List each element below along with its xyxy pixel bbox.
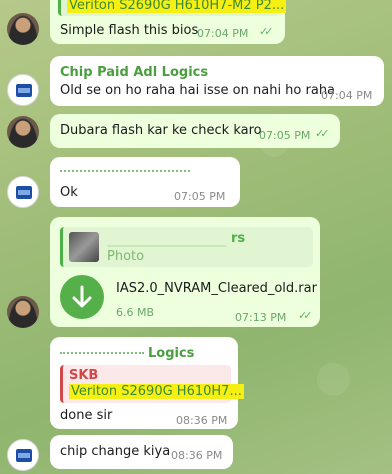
reply-subtitle: Photo — [107, 249, 145, 264]
avatar-user[interactable] — [7, 13, 39, 45]
message-time: 08:36 PM — [171, 449, 223, 462]
message-text: chip change kiya — [60, 444, 171, 459]
avatar-user[interactable] — [7, 116, 39, 148]
download-arrow-icon[interactable] — [60, 275, 104, 319]
redacted-name — [107, 233, 227, 247]
message-time: 07:04 PM — [197, 27, 249, 40]
redacted-sender — [60, 170, 190, 176]
message-text: Old se on ho raha hai isse on nahi ho ra… — [60, 83, 336, 98]
message-time: 08:36 PM — [176, 414, 228, 427]
message-bubble[interactable]: rs Photo IAS2.0_NVRAM_Cleared_old.rar 6.… — [50, 217, 320, 327]
avatar-chip-paid[interactable] — [7, 74, 39, 106]
reply-quote-text: Veriton S2690G H610H7... — [69, 384, 244, 399]
avatar-user[interactable] — [7, 296, 39, 328]
avatar-chip-paid[interactable] — [7, 439, 39, 471]
message-time: 07:05 PM — [259, 129, 311, 142]
message-bubble[interactable]: Logics SKB Veriton S2690G H610H7... done… — [50, 337, 244, 429]
reply-sender: SKB — [69, 368, 99, 383]
message-time: 07:13 PM — [235, 311, 287, 324]
double-check-icon: ✓✓ — [315, 127, 330, 140]
message-bubble[interactable]: Dubara flash kar ke check karo 07:05 PM … — [50, 114, 340, 148]
message-bubble[interactable]: chip change kiya 08:36 PM — [50, 435, 233, 469]
reply-quote[interactable]: SKB Veriton S2690G H610H7... — [60, 365, 244, 403]
message-time: 07:04 PM — [321, 89, 373, 102]
message-text: Dubara flash kar ke check karo — [60, 123, 262, 138]
message-text: done sir — [60, 408, 113, 423]
message-text: Ok — [60, 185, 78, 200]
sender-name[interactable]: Chip Paid Adl Logics — [60, 65, 208, 80]
double-check-icon: ✓✓ — [259, 25, 274, 38]
message-bubble[interactable]: Veriton S2690G H610H7-M2 P2... Simple fl… — [50, 0, 287, 44]
reply-photo-thumbnail — [69, 232, 99, 262]
reply-quote[interactable]: Veriton S2690G H610H7-M2 P2... — [58, 0, 287, 16]
reply-name-tail: rs — [231, 231, 246, 246]
message-bubble[interactable]: Chip Paid Adl Logics Old se on ho raha h… — [50, 56, 384, 106]
double-check-icon: ✓✓ — [298, 309, 313, 322]
redacted-sender — [60, 352, 144, 358]
message-text: Simple flash this bios — [60, 23, 199, 38]
message-time: 07:05 PM — [174, 190, 226, 203]
avatar-chip-paid[interactable] — [7, 176, 39, 208]
reply-quote[interactable]: rs Photo — [60, 227, 313, 267]
message-bubble[interactable]: Ok 07:05 PM — [50, 157, 240, 207]
reply-quote-text: Veriton S2690G H610H7-M2 P2... — [67, 0, 287, 13]
file-size: 6.6 MB — [116, 306, 155, 319]
sender-name[interactable]: Logics — [148, 346, 194, 361]
file-name[interactable]: IAS2.0_NVRAM_Cleared_old.rar — [116, 281, 317, 296]
